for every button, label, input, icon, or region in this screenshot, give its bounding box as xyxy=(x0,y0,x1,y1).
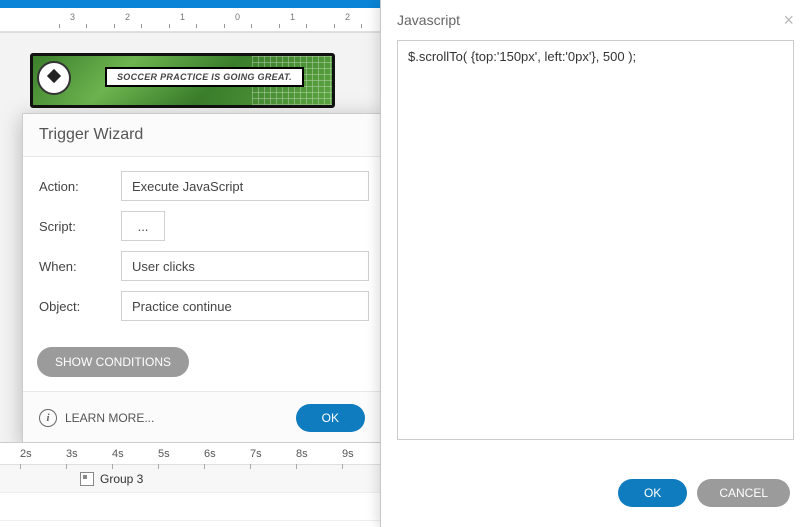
dialog-title: Trigger Wizard xyxy=(23,114,381,157)
ruler-tick: 0 xyxy=(210,12,265,22)
speech-bubble: SOCCER PRACTICE IS GOING GREAT. xyxy=(105,67,304,87)
show-conditions-button[interactable]: SHOW CONDITIONS xyxy=(37,347,189,377)
when-label: When: xyxy=(39,259,121,274)
object-label: Object: xyxy=(39,299,121,314)
javascript-cancel-button[interactable]: CANCEL xyxy=(697,479,790,507)
script-label: Script: xyxy=(39,219,121,234)
object-dropdown[interactable]: Practice continue xyxy=(121,291,369,321)
action-label: Action: xyxy=(39,179,121,194)
learn-more-label: LEARN MORE... xyxy=(65,411,154,425)
javascript-dialog-title: Javascript xyxy=(397,12,460,28)
ruler-tick: 2 xyxy=(100,12,155,22)
javascript-dialog: Javascript × OK CANCEL xyxy=(380,0,810,527)
timeline-tick: 6s xyxy=(204,448,250,460)
script-edit-button[interactable]: ... xyxy=(121,211,165,241)
timeline-tick: 7s xyxy=(250,448,296,460)
timeline-tick: 5s xyxy=(158,448,204,460)
trigger-wizard-dialog: Trigger Wizard Action: Execute JavaScrip… xyxy=(22,113,382,445)
ruler-tick: 3 xyxy=(45,12,100,22)
timeline-tick: 4s xyxy=(112,448,158,460)
close-icon[interactable]: × xyxy=(783,11,794,29)
ruler-tick: 1 xyxy=(265,12,320,22)
action-dropdown[interactable]: Execute JavaScript xyxy=(121,171,369,201)
timeline-tick: 3s xyxy=(66,448,112,460)
info-icon: i xyxy=(39,409,57,427)
javascript-code-textarea[interactable] xyxy=(397,40,794,440)
when-dropdown[interactable]: User clicks xyxy=(121,251,369,281)
ruler-tick: 1 xyxy=(155,12,210,22)
trigger-ok-button[interactable]: OK xyxy=(296,404,365,432)
javascript-ok-button[interactable]: OK xyxy=(618,479,687,507)
group-icon xyxy=(80,472,94,486)
learn-more-link[interactable]: i LEARN MORE... xyxy=(39,409,154,427)
ruler-tick: 2 xyxy=(320,12,375,22)
soccer-ball-icon xyxy=(37,61,71,95)
timeline-tick: 8s xyxy=(296,448,342,460)
comic-panel[interactable]: SOCCER PRACTICE IS GOING GREAT. xyxy=(30,53,335,108)
timeline-tick: 2s xyxy=(20,448,66,460)
timeline-row-label: Group 3 xyxy=(100,472,143,486)
